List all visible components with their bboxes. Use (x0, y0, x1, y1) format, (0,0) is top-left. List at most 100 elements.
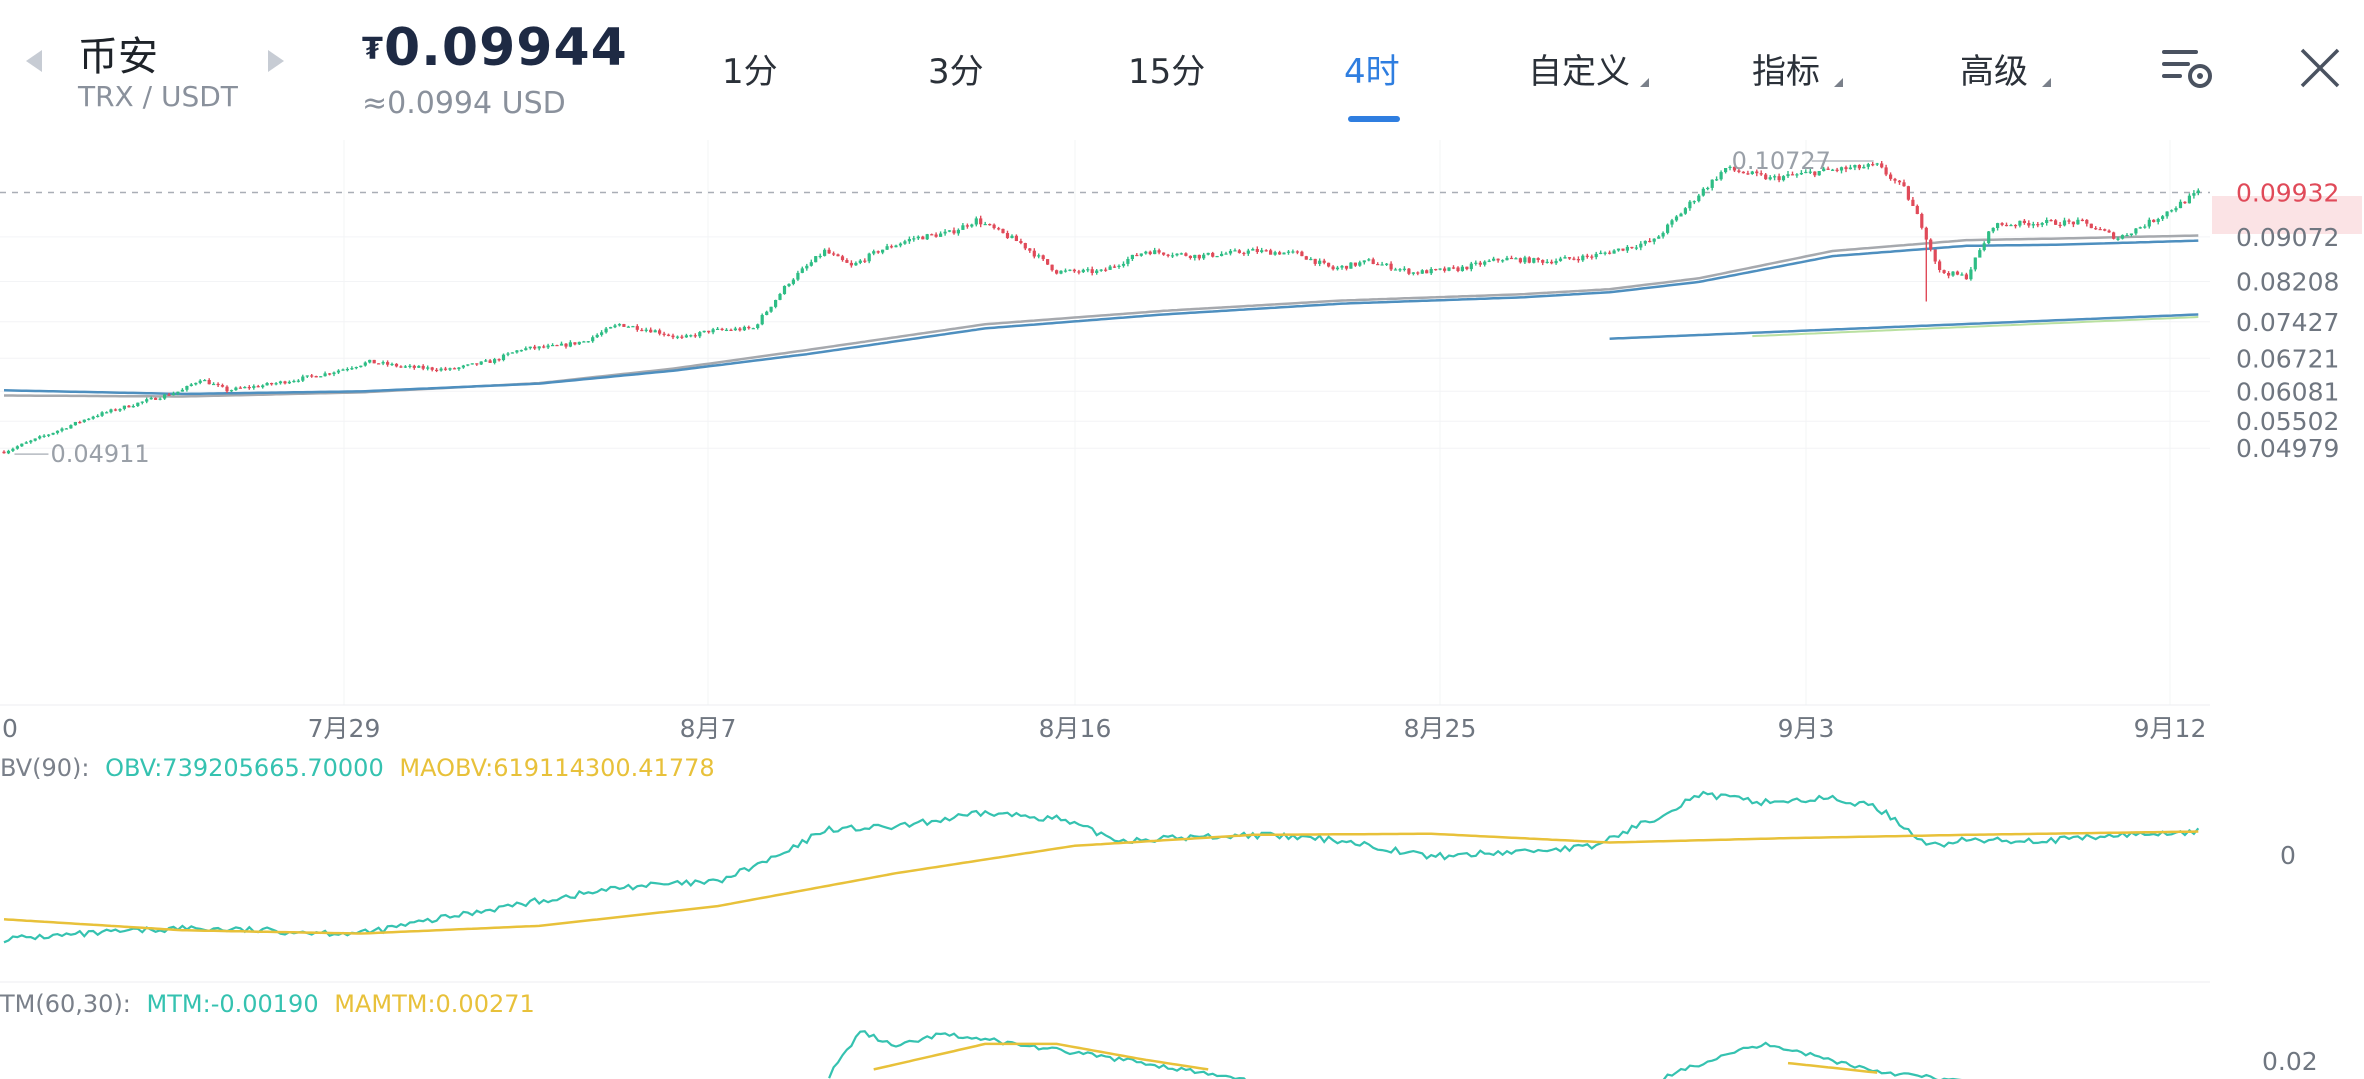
tab-indicators[interactable]: 指标 (1752, 44, 1820, 93)
tab-3min[interactable]: 3分 (928, 44, 984, 93)
candle-body (305, 375, 309, 377)
y-tick-label: 0.09932 (2236, 179, 2339, 208)
candle-body (1278, 252, 1282, 255)
candle-body (2196, 190, 2200, 193)
x-tick-label: 8月7 (680, 714, 737, 743)
chart-settings-icon[interactable] (2160, 44, 2214, 92)
candle-body (898, 243, 903, 246)
candle-body (261, 385, 265, 388)
next-pair-arrow-icon[interactable] (268, 50, 284, 72)
candle-body (782, 286, 787, 294)
candle-body (903, 241, 907, 244)
mtm-value-label: MTM:-0.00190 (147, 990, 319, 1018)
candle-body (1353, 262, 1357, 266)
candle-body (243, 387, 247, 389)
candle-body (1527, 257, 1531, 263)
candle-body (127, 405, 131, 408)
candle-body (2, 451, 6, 454)
candle-body (1215, 256, 1219, 258)
candle-body (1175, 253, 1179, 256)
candle-body (2071, 221, 2075, 225)
candle-body (15, 446, 19, 449)
candle-body (1242, 252, 1246, 255)
candle-body (408, 365, 412, 367)
candle-body (1304, 256, 1308, 260)
candle-body (421, 365, 425, 369)
price-chart-area[interactable]: 0.10727 0.04911 0.09932 0.09072 0.08208 … (0, 140, 2364, 1079)
candle-body (1862, 166, 1866, 169)
candle-body (1554, 260, 1558, 264)
candle-body (1987, 231, 1991, 244)
candle-body (1068, 269, 1072, 271)
candle-body (961, 225, 965, 230)
candle-body (1438, 268, 1442, 270)
mtm-indicator-legend: TM(60,30): MTM:-0.00190 MAMTM:0.00271 (0, 990, 535, 1018)
candle-body (626, 326, 630, 328)
candle-body (1041, 255, 1045, 260)
close-icon[interactable] (2296, 44, 2344, 92)
candle-body (1616, 248, 1621, 251)
tab-15min[interactable]: 15分 (1128, 44, 1205, 93)
candle-body (33, 438, 37, 441)
candle-body (1246, 250, 1250, 254)
candle-body (381, 362, 385, 364)
candle-body (1389, 263, 1393, 270)
candle-body (805, 265, 809, 269)
candle-body (1434, 269, 1438, 271)
candle-body (1059, 270, 1063, 274)
mtm-line (1662, 1041, 1962, 1079)
ma-long-blue-line (1609, 313, 2199, 340)
candle-body (912, 238, 916, 240)
candle-body (2103, 229, 2107, 231)
mtm-axis-tick-label: 0.02 (2262, 1047, 2318, 1076)
candle-body (488, 360, 492, 363)
candle-body (1264, 250, 1268, 252)
candle-body (1594, 253, 1598, 258)
candle-body (800, 268, 804, 273)
candle-body (729, 329, 733, 331)
candle-body (787, 283, 791, 287)
candle-body (680, 336, 684, 338)
candle-body (666, 334, 671, 336)
obv-line (3, 790, 2200, 944)
tab-custom[interactable]: 自定义 (1528, 44, 1630, 93)
candle-body (470, 363, 474, 365)
candle-body (1947, 273, 1951, 276)
candle-body (992, 224, 996, 229)
candle-body (1839, 167, 1844, 171)
time-axis: 0 7月29 8月7 8月16 8月25 9月3 9月12 (2, 714, 2206, 743)
candle-body (956, 229, 960, 234)
candle-body (1942, 270, 1946, 273)
tab-advanced[interactable]: 高级 (1960, 44, 2028, 93)
candle-body (1055, 270, 1059, 274)
candle-body (809, 262, 813, 266)
tab-1min[interactable]: 1分 (722, 44, 778, 93)
candle-body (542, 346, 546, 348)
candle-body (1286, 251, 1291, 253)
candle-body (1906, 186, 1910, 200)
candle-body (1077, 271, 1081, 273)
candle-body (189, 384, 193, 386)
previous-pair-arrow-icon[interactable] (26, 50, 42, 72)
candle-body (1483, 261, 1487, 265)
candle-body (1046, 259, 1050, 265)
candle-body (24, 442, 28, 444)
candle-body (252, 386, 256, 388)
tab-4h[interactable]: 4时 (1344, 44, 1400, 93)
x-tick-label: 7月29 (308, 714, 381, 743)
candle-body (546, 345, 550, 348)
candle-body (475, 363, 479, 365)
candle-body (283, 381, 287, 384)
candle-body (711, 329, 715, 333)
candle-body (1692, 201, 1696, 203)
candle-body (747, 326, 751, 329)
candle-body (1090, 269, 1094, 273)
candle-body (1920, 214, 1924, 228)
candle-body (854, 262, 858, 266)
candle-body (533, 346, 537, 349)
candle-body (1590, 256, 1594, 258)
candle-body (1857, 165, 1861, 169)
candle-body (742, 326, 746, 331)
candle-body (970, 224, 974, 227)
candle-body (443, 368, 448, 370)
